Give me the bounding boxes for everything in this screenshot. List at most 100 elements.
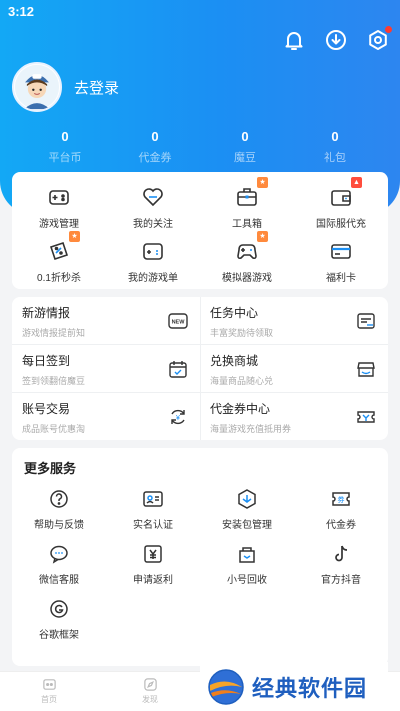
stat-label: 礼包 bbox=[324, 152, 346, 164]
info-title: 每日签到 bbox=[22, 354, 71, 368]
trade-icon: ¥ bbox=[168, 407, 188, 427]
info-title: 代金券中心 bbox=[210, 402, 271, 416]
status-bar: 3:12 bbox=[0, 0, 400, 24]
service-real-name[interactable]: 实名认证 bbox=[106, 488, 200, 531]
stat-gift[interactable]: 0 礼包 bbox=[295, 129, 375, 165]
emulator-icon: ★ bbox=[234, 231, 268, 264]
calendar-icon bbox=[168, 359, 188, 379]
stat-voucher[interactable]: 0 代金券 bbox=[115, 129, 195, 165]
service-label: 帮助与反馈 bbox=[34, 520, 84, 531]
stat-label: 魔豆 bbox=[234, 152, 256, 164]
heart-icon bbox=[140, 184, 166, 210]
grid-label: 游戏管理 bbox=[39, 219, 79, 230]
grid-item-emulator[interactable]: ★ 模拟器游戏 bbox=[200, 231, 294, 284]
nav-label: 首页 bbox=[41, 695, 57, 704]
grid-item-toolbox[interactable]: ★ 工具箱 bbox=[200, 177, 294, 230]
info-task-center[interactable]: 任务中心 丰富奖励待领取 bbox=[200, 297, 388, 344]
header-actions bbox=[282, 26, 392, 52]
game-list-icon bbox=[140, 238, 166, 264]
svg-text:NEW: NEW bbox=[172, 320, 186, 326]
recycle-icon bbox=[236, 543, 258, 565]
service-label: 安装包管理 bbox=[222, 520, 272, 531]
svg-text:券: 券 bbox=[338, 495, 345, 504]
info-daily-checkin[interactable]: 每日签到 签到领翻倍魔豆 bbox=[12, 345, 200, 392]
service-package-manage[interactable]: 安装包管理 bbox=[200, 488, 294, 531]
info-subtitle: 游戏情报提前知 bbox=[22, 328, 86, 338]
service-label: 微信客服 bbox=[39, 575, 79, 586]
grid-label: 国际服代充 bbox=[316, 219, 366, 230]
service-label: 谷歌框架 bbox=[39, 630, 79, 641]
rebate-icon bbox=[142, 543, 164, 565]
hot-badge: ★ bbox=[257, 231, 268, 242]
service-recycle[interactable]: 小号回收 bbox=[200, 543, 294, 586]
info-coupon-center[interactable]: 代金券中心 海量游戏充值抵用券 bbox=[200, 393, 388, 440]
shop-icon bbox=[356, 359, 376, 379]
service-label: 实名认证 bbox=[133, 520, 173, 531]
service-rebate[interactable]: 申请返利 bbox=[106, 543, 200, 586]
more-services: 更多服务 帮助与反馈 实名认证 安装包管理 券 代金券 微信客服 申请返利 小号… bbox=[12, 448, 388, 666]
service-douyin[interactable]: 官方抖音 bbox=[294, 543, 388, 586]
service-google[interactable]: 谷歌框架 bbox=[12, 598, 106, 641]
service-wechat[interactable]: 微信客服 bbox=[12, 543, 106, 586]
stat-label: 平台币 bbox=[48, 152, 82, 164]
stat-value: 0 bbox=[61, 129, 69, 144]
service-voucher[interactable]: 券 代金券 bbox=[294, 488, 388, 531]
bell-icon[interactable] bbox=[282, 28, 306, 52]
stat-value: 0 bbox=[331, 129, 339, 144]
info-title: 任务中心 bbox=[210, 306, 259, 320]
grid-item-game-list[interactable]: 我的游戏单 bbox=[106, 238, 200, 284]
grid-item-flash-sale[interactable]: ★ 0.1折秒杀 bbox=[12, 231, 106, 284]
grid-item-welfare-card[interactable]: 福利卡 bbox=[294, 238, 388, 284]
nav-discover[interactable]: 发现 bbox=[120, 677, 180, 705]
nav-home[interactable]: 首页 bbox=[19, 677, 79, 705]
login-link[interactable]: 去登录 bbox=[74, 77, 119, 98]
info-subtitle: 成品账号优惠淘 bbox=[22, 424, 86, 434]
stat-label: 代金券 bbox=[138, 152, 172, 164]
voucher-icon: 券 bbox=[330, 488, 352, 510]
task-icon bbox=[356, 311, 376, 331]
service-label: 代金券 bbox=[326, 520, 356, 531]
profile-area[interactable]: 去登录 bbox=[12, 62, 119, 112]
google-icon bbox=[48, 598, 70, 620]
service-label: 小号回收 bbox=[227, 575, 267, 586]
grid-item-my-follow[interactable]: 我的关注 bbox=[106, 184, 200, 230]
download-icon[interactable] bbox=[324, 28, 348, 52]
home-icon bbox=[42, 679, 56, 690]
avatar[interactable] bbox=[12, 62, 62, 112]
wechat-icon bbox=[48, 543, 70, 565]
service-help[interactable]: 帮助与反馈 bbox=[12, 488, 106, 531]
info-exchange-mall[interactable]: 兑换商城 海量商品随心兑 bbox=[200, 345, 388, 392]
watermark-logo-icon bbox=[206, 667, 246, 707]
info-subtitle: 丰富奖励待领取 bbox=[210, 328, 274, 338]
section-title: 更多服务 bbox=[24, 461, 77, 476]
info-subtitle: 签到领翻倍魔豆 bbox=[22, 376, 86, 386]
grid-label: 工具箱 bbox=[232, 219, 262, 230]
grid-item-game-manage[interactable]: 游戏管理 bbox=[12, 184, 106, 230]
info-title: 账号交易 bbox=[22, 402, 71, 416]
hot-badge: ★ bbox=[69, 231, 80, 242]
info-title: 兑换商城 bbox=[210, 354, 259, 368]
grid-item-intl-topup[interactable]: ▲ 国际服代充 bbox=[294, 177, 388, 230]
grid-label: 我的关注 bbox=[133, 219, 173, 230]
stat-magic-bean[interactable]: 0 魔豆 bbox=[205, 129, 285, 165]
grid-label: 福利卡 bbox=[326, 273, 356, 284]
service-label: 申请返利 bbox=[133, 575, 173, 586]
stats-row: 0 平台币 0 代金券 0 魔豆 0 礼包 bbox=[25, 129, 375, 165]
douyin-icon bbox=[330, 543, 352, 565]
info-subtitle: 海量商品随心兑 bbox=[210, 376, 274, 386]
svg-text:¥: ¥ bbox=[176, 415, 180, 422]
watermark-text: 经典软件园 bbox=[252, 675, 368, 701]
stat-value: 0 bbox=[241, 129, 249, 144]
settings-icon[interactable] bbox=[366, 26, 392, 52]
fire-badge: ▲ bbox=[351, 177, 362, 188]
grid-label: 0.1折秒杀 bbox=[37, 273, 81, 284]
quick-grid: 游戏管理 我的关注 ★ 工具箱 ▲ 国际服代充 ★ 0.1折秒杀 我的游戏单 ★… bbox=[12, 172, 388, 289]
discover-icon bbox=[143, 678, 157, 691]
info-account-trade[interactable]: 账号交易 成品账号优惠淘 ¥ bbox=[12, 393, 200, 440]
info-title: 新游情报 bbox=[22, 306, 71, 320]
nav-label: 发现 bbox=[142, 695, 158, 704]
stat-platform-coin[interactable]: 0 平台币 bbox=[25, 129, 105, 165]
discount-icon: ★ bbox=[46, 231, 80, 264]
info-new-games[interactable]: 新游情报 游戏情报提前知 NEW bbox=[12, 297, 200, 344]
service-label: 官方抖音 bbox=[321, 575, 361, 586]
